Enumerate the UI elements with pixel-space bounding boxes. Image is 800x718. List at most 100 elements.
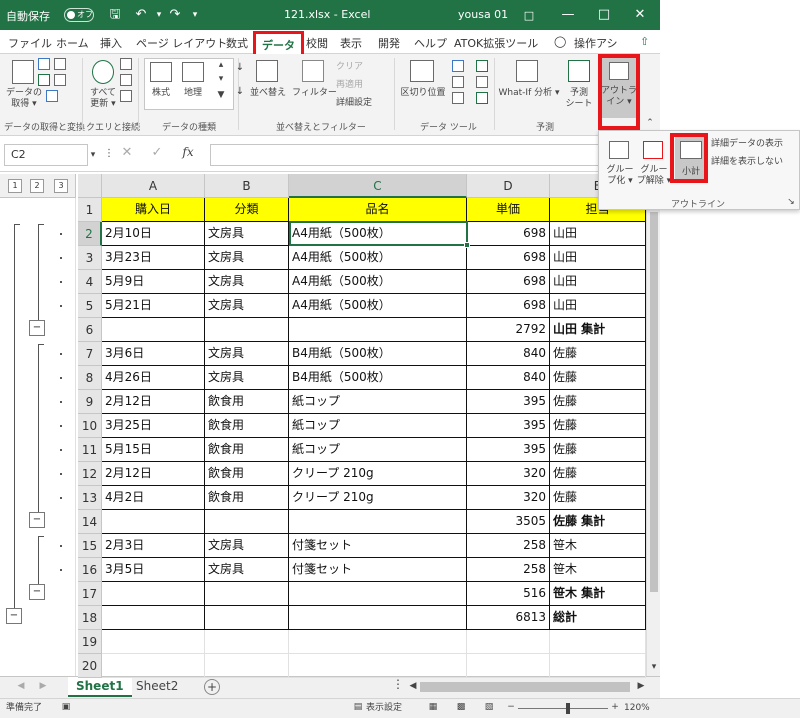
tab-split-grip-icon[interactable]: ⋮ bbox=[392, 678, 404, 690]
cell-b9[interactable]: 飲食用 bbox=[205, 390, 289, 414]
filter-button[interactable]: フィルター bbox=[292, 88, 337, 99]
outline-level-1[interactable]: 1 bbox=[8, 179, 22, 193]
sheet-tab-sheet2[interactable]: Sheet2 bbox=[128, 677, 186, 697]
cell-a19[interactable] bbox=[102, 630, 205, 654]
close-button[interactable]: ✕ bbox=[622, 0, 658, 30]
cell-a7[interactable]: 3月6日 bbox=[102, 342, 205, 366]
collapse-ribbon-icon[interactable]: ⌃ bbox=[644, 118, 656, 129]
cell-c9[interactable]: 紙コップ bbox=[289, 390, 467, 414]
cell-b15[interactable]: 文房具 bbox=[205, 534, 289, 558]
scroll-right-icon[interactable]: ▶ bbox=[636, 681, 646, 692]
cell-a1[interactable]: 購入日 bbox=[102, 198, 205, 222]
from-table-icon[interactable] bbox=[38, 74, 50, 86]
row-header-15[interactable]: 15 bbox=[78, 534, 102, 558]
cell-a10[interactable]: 3月25日 bbox=[102, 414, 205, 438]
cell-a11[interactable]: 5月15日 bbox=[102, 438, 205, 462]
ungroup-icon[interactable] bbox=[643, 141, 663, 159]
tab-home[interactable]: ホーム bbox=[56, 35, 89, 51]
cell-a3[interactable]: 3月23日 bbox=[102, 246, 205, 270]
page-layout-view-icon[interactable]: ▩ bbox=[454, 702, 468, 713]
cell-c14[interactable] bbox=[289, 510, 467, 534]
sort-za-icon[interactable]: ↓ bbox=[232, 86, 248, 97]
column-header-d[interactable]: D bbox=[467, 174, 550, 198]
cell-e8[interactable]: 佐藤 bbox=[550, 366, 646, 390]
cell-d20[interactable] bbox=[467, 654, 550, 678]
cell-d8[interactable]: 840 bbox=[467, 366, 550, 390]
formula-input[interactable] bbox=[210, 144, 656, 166]
cell-c7[interactable]: B4用紙（500枚） bbox=[289, 342, 467, 366]
row-header-9[interactable]: 9 bbox=[78, 390, 102, 414]
row-header-1[interactable]: 1 bbox=[78, 198, 102, 222]
column-header-c[interactable]: C bbox=[289, 174, 467, 198]
flash-fill-icon[interactable] bbox=[452, 60, 464, 72]
remove-duplicates-icon[interactable] bbox=[452, 76, 464, 88]
row-header-13[interactable]: 13 bbox=[78, 486, 102, 510]
cell-b18[interactable] bbox=[205, 606, 289, 630]
cell-b4[interactable]: 文房具 bbox=[205, 270, 289, 294]
normal-view-icon[interactable]: ▦ bbox=[426, 702, 440, 713]
cell-b8[interactable]: 文房具 bbox=[205, 366, 289, 390]
cell-e7[interactable]: 佐藤 bbox=[550, 342, 646, 366]
cell-e11[interactable]: 佐藤 bbox=[550, 438, 646, 462]
text-to-columns-icon[interactable] bbox=[410, 60, 434, 82]
row-header-2[interactable]: 2 bbox=[78, 222, 102, 246]
cell-d2[interactable]: 698 bbox=[467, 222, 550, 246]
queries-connections-icon[interactable] bbox=[120, 58, 132, 70]
cell-b16[interactable]: 文房具 bbox=[205, 558, 289, 582]
share-icon[interactable]: ⇧ bbox=[640, 35, 649, 48]
horizontal-scroll-thumb[interactable] bbox=[420, 682, 630, 692]
row-header-20[interactable]: 20 bbox=[78, 654, 102, 678]
consolidate-icon[interactable] bbox=[476, 60, 488, 72]
get-data-button[interactable]: データの 取得 ▾ bbox=[6, 88, 42, 110]
row-header-12[interactable]: 12 bbox=[78, 462, 102, 486]
row-header-19[interactable]: 19 bbox=[78, 630, 102, 654]
display-settings-button[interactable]: 表示設定 bbox=[366, 703, 402, 714]
cell-b12[interactable]: 飲食用 bbox=[205, 462, 289, 486]
clear-button[interactable]: クリア bbox=[336, 62, 363, 73]
show-detail-button[interactable]: 詳細データの表示 bbox=[711, 139, 783, 150]
zoom-out-icon[interactable]: − bbox=[506, 702, 516, 713]
save-icon[interactable]: 🖫 bbox=[106, 6, 124, 24]
gallery-up-icon[interactable]: ▴ bbox=[214, 60, 228, 71]
stocks-icon[interactable] bbox=[150, 62, 172, 82]
cell-b19[interactable] bbox=[205, 630, 289, 654]
outline-settings-icon[interactable]: ↘ bbox=[785, 197, 797, 208]
scroll-thumb[interactable] bbox=[650, 212, 658, 592]
row-header-17[interactable]: 17 bbox=[78, 582, 102, 606]
cell-c20[interactable] bbox=[289, 654, 467, 678]
cell-c10[interactable]: 紙コップ bbox=[289, 414, 467, 438]
cell-a5[interactable]: 5月21日 bbox=[102, 294, 205, 318]
tab-review[interactable]: 校閲 bbox=[306, 35, 328, 51]
cell-e19[interactable] bbox=[550, 630, 646, 654]
refresh-all-icon[interactable] bbox=[92, 60, 114, 84]
recent-sources-icon[interactable] bbox=[54, 74, 66, 86]
undo-icon[interactable]: ↶ bbox=[132, 6, 150, 24]
scroll-left-icon[interactable]: ◀ bbox=[408, 681, 418, 692]
scroll-down-icon[interactable]: ▾ bbox=[649, 662, 659, 673]
tab-help[interactable]: ヘルプ bbox=[414, 35, 447, 51]
autosave-toggle[interactable]: オフ bbox=[64, 8, 94, 22]
cell-b3[interactable]: 文房具 bbox=[205, 246, 289, 270]
cell-e15[interactable]: 笹木 bbox=[550, 534, 646, 558]
gallery-down-icon[interactable]: ▾ bbox=[214, 74, 228, 85]
maximize-button[interactable]: □ bbox=[586, 0, 622, 30]
redo-icon[interactable]: ↷ bbox=[166, 6, 184, 24]
row-header-18[interactable]: 18 bbox=[78, 606, 102, 630]
collapse-grand-total[interactable]: − bbox=[6, 608, 22, 624]
forecast-sheet-button[interactable]: 予測 シート bbox=[564, 88, 594, 110]
cell-e17[interactable]: 笹木 集計 bbox=[550, 582, 646, 606]
hide-detail-button[interactable]: 詳細を表示しない bbox=[711, 157, 783, 168]
row-header-10[interactable]: 10 bbox=[78, 414, 102, 438]
cell-a15[interactable]: 2月3日 bbox=[102, 534, 205, 558]
cell-b20[interactable] bbox=[205, 654, 289, 678]
cell-e20[interactable] bbox=[550, 654, 646, 678]
cell-d9[interactable]: 395 bbox=[467, 390, 550, 414]
cell-b13[interactable]: 飲食用 bbox=[205, 486, 289, 510]
cell-d18[interactable]: 6813 bbox=[467, 606, 550, 630]
next-sheet-icon[interactable]: ▶ bbox=[38, 681, 48, 692]
column-header-a[interactable]: A bbox=[102, 174, 205, 198]
cell-c8[interactable]: B4用紙（500枚） bbox=[289, 366, 467, 390]
forecast-sheet-icon[interactable] bbox=[568, 60, 590, 82]
tab-file[interactable]: ファイル bbox=[8, 35, 52, 51]
cell-d14[interactable]: 3505 bbox=[467, 510, 550, 534]
